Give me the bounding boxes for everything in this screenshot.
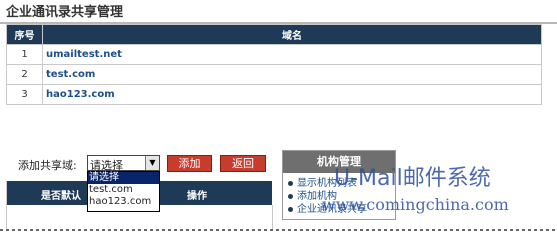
domain-select-dropdown: 请选择 test.com hao123.com — [87, 171, 160, 212]
watermark-logo: U-Mail邮件系统 — [334, 166, 491, 191]
row-number: 3 — [6, 84, 43, 105]
table-row: 3 hao123.com — [6, 84, 542, 105]
column-header-domain: 域名 — [42, 24, 542, 45]
add-button[interactable]: 添加 — [167, 155, 212, 172]
add-shared-domain-label: 添加共享域: — [18, 159, 77, 172]
row-number: 1 — [6, 44, 43, 65]
footer-divider — [0, 229, 557, 231]
column-header-action: 操作 — [187, 191, 207, 202]
dropdown-option[interactable]: test.com — [88, 184, 159, 196]
watermark-url: www.comingchina.com — [322, 195, 509, 214]
domain-select[interactable]: 请选择 ▼ — [87, 155, 160, 172]
table-row: 2 test.com — [6, 64, 542, 85]
shared-domain-table: 序号 域名 1 umailtest.net 2 test.com 3 hao12… — [6, 24, 542, 105]
row-number: 2 — [6, 64, 43, 85]
row-domain-link[interactable]: hao123.com — [42, 84, 542, 105]
column-header-default: 是否默认 — [41, 191, 81, 202]
column-header-number: 序号 — [6, 24, 43, 45]
row-domain-link[interactable]: test.com — [42, 64, 542, 85]
table-header-row: 序号 域名 — [6, 24, 542, 45]
dropdown-option[interactable]: 请选择 — [88, 172, 159, 184]
table-row: 1 umailtest.net — [6, 44, 542, 65]
row-domain-link[interactable]: umailtest.net — [42, 44, 542, 65]
dropdown-option[interactable]: hao123.com — [88, 196, 159, 208]
back-button[interactable]: 返回 — [220, 155, 266, 172]
page-title: 企业通讯录共享管理 — [6, 5, 124, 20]
chevron-down-icon[interactable]: ▼ — [145, 156, 159, 170]
